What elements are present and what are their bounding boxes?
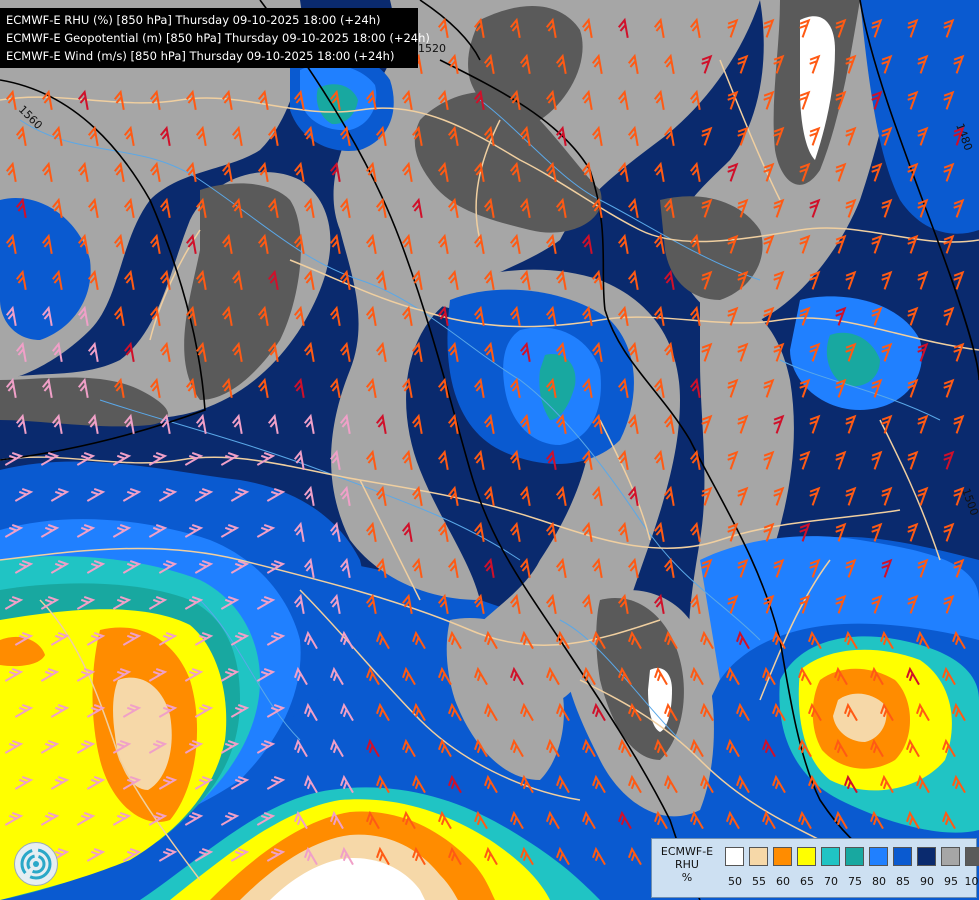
weather-map-view: 1560 1520 1480 1500 ECMWF-E RHU (%) [850… [0,0,979,900]
legend-swatch [917,847,936,866]
legend-tick-label: 70 [824,875,838,888]
ecmwf-swirl-logo-icon [14,842,58,886]
legend-swatch [821,847,840,866]
rhu-map[interactable]: 1560 1520 1480 1500 [0,0,979,900]
legend-tick-label: 100 [964,875,979,888]
title-rhu: ECMWF-E RHU (%) [850 hPa] Thursday 09-10… [6,13,381,27]
legend-tick-label: 95 [944,875,958,888]
legend-tick-label: 50 [728,875,742,888]
legend-tick-label: 60 [776,875,790,888]
legend-swatch [725,847,744,866]
legend-swatch [845,847,864,866]
title-geopotential: ECMWF-E Geopotential (m) [850 hPa] Thurs… [6,31,430,45]
legend-tick-label: 80 [872,875,886,888]
legend-title-variable: RHU [675,858,699,871]
rhu-legend: ECMWF-E RHU % 50 55 60 65 70 75 80 85 90 95 100 [651,838,979,898]
legend-swatch [893,847,912,866]
legend-tick-label: 85 [896,875,910,888]
legend-swatch [749,847,768,866]
legend-tick-label: 90 [920,875,934,888]
legend-tick-label: 75 [848,875,862,888]
legend-swatch [773,847,792,866]
legend-swatch [965,847,979,866]
title-wind: ECMWF-E Wind (m/s) [850 hPa] Thursday 09… [6,49,395,63]
legend-title: ECMWF-E RHU % [654,845,720,884]
legend-tick-label: 65 [800,875,814,888]
legend-title-model: ECMWF-E [660,845,714,858]
legend-swatch [869,847,888,866]
legend-swatch [797,847,816,866]
legend-title-unit: % [681,871,693,884]
legend-tick-label: 55 [752,875,766,888]
legend-swatch [941,847,960,866]
map-title-box: ECMWF-E RHU (%) [850 hPa] Thursday 09-10… [0,8,430,68]
